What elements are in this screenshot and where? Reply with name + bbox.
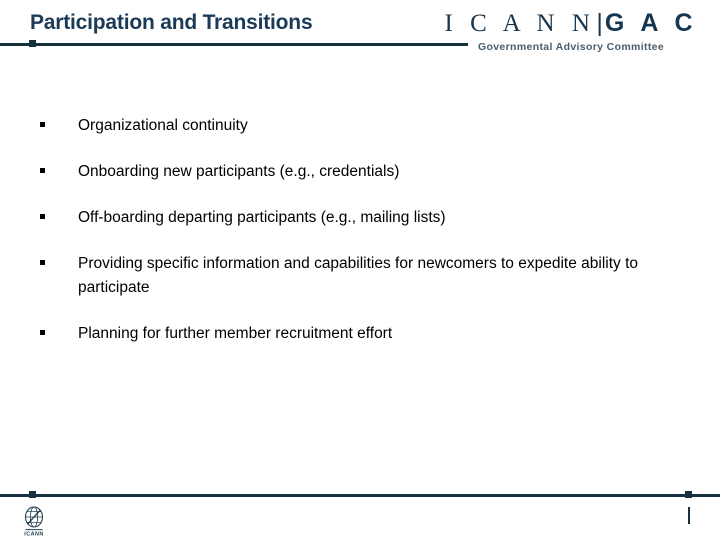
list-item-label: Onboarding new participants (e.g., crede… <box>78 163 400 180</box>
list-item: Planning for further member recruitment … <box>40 322 660 346</box>
bullet-list: Organizational continuity Onboarding new… <box>40 114 660 346</box>
slide-canvas: Participation and Transitions I C A N N|… <box>0 0 720 540</box>
logo-separator-bar: | <box>596 9 603 37</box>
footer-divider-node-right <box>685 491 692 498</box>
footer-divider-node-left <box>29 491 36 498</box>
list-item-label: Providing specific information and capab… <box>78 255 639 296</box>
icann-logo-icon: ICANN <box>17 505 51 537</box>
icann-wordmark-text: I C A N N <box>444 10 596 37</box>
list-item-label: Planning for further member recruitment … <box>78 325 393 342</box>
icann-gac-logo-wordmark: I C A N N|G A C <box>436 8 706 39</box>
square-bullet-icon <box>40 260 45 265</box>
footer-tick-mark <box>688 507 690 524</box>
square-bullet-icon <box>40 330 45 335</box>
svg-text:ICANN: ICANN <box>24 531 44 537</box>
list-item: Providing specific information and capab… <box>40 252 660 300</box>
footer-divider <box>0 494 720 497</box>
title-divider-node <box>29 40 36 47</box>
square-bullet-icon <box>40 168 45 173</box>
list-item: Off-boarding departing participants (e.g… <box>40 206 660 230</box>
square-bullet-icon <box>40 122 45 127</box>
list-item-label: Organizational continuity <box>78 117 248 134</box>
title-divider <box>0 43 468 46</box>
square-bullet-icon <box>40 214 45 219</box>
list-item: Organizational continuity <box>40 114 660 138</box>
gac-logo-subtitle: Governmental Advisory Committee <box>477 41 665 53</box>
page-title: Participation and Transitions <box>30 11 313 34</box>
gac-wordmark-text: G A C <box>604 9 698 37</box>
icann-gac-logo: I C A N N|G A C Governmental Advisory Co… <box>436 8 706 54</box>
list-item: Onboarding new participants (e.g., crede… <box>40 160 660 184</box>
list-item-label: Off-boarding departing participants (e.g… <box>78 209 446 226</box>
